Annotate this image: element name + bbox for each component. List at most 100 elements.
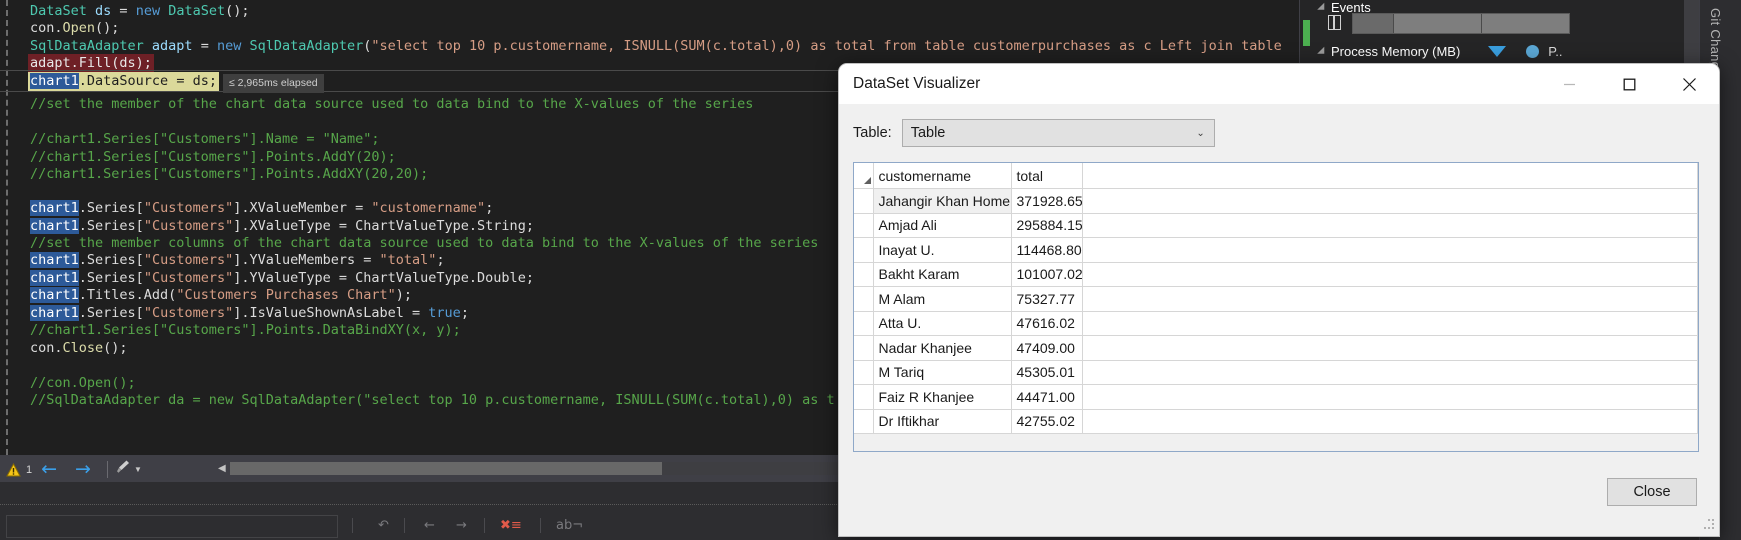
code-token: ();: [95, 20, 120, 36]
cell-total[interactable]: 114468.80: [1011, 237, 1083, 263]
table-row[interactable]: Inayat U. 114468.80: [854, 237, 1698, 263]
cell-customername[interactable]: Atta U.: [873, 311, 1012, 336]
brush-icon[interactable]: [115, 459, 131, 480]
cell-customername[interactable]: Bakht Karam: [873, 262, 1012, 287]
row-selector-cell[interactable]: [854, 262, 874, 287]
column-header-total[interactable]: total: [1011, 163, 1083, 189]
scrollbar-thumb[interactable]: [229, 461, 662, 475]
code-token: ();: [225, 3, 250, 19]
cell-filler: [1082, 237, 1698, 263]
bottom-divider-2: [404, 518, 405, 533]
code-token: ();: [103, 340, 128, 356]
clear-list-icon[interactable]: ✖≡: [500, 518, 522, 533]
brush-dropdown-caret[interactable]: ▼: [134, 465, 142, 474]
code-token: "Customers": [143, 270, 234, 286]
row-selector-cell[interactable]: [854, 213, 874, 238]
code-token: ds: [95, 3, 120, 19]
cell-total[interactable]: 47409.00: [1011, 335, 1083, 361]
cell-total[interactable]: 44471.00: [1011, 384, 1083, 410]
row-selector-cell[interactable]: [854, 360, 874, 385]
nav-forward-icon[interactable]: →: [456, 518, 467, 533]
events-timeline-track[interactable]: [1352, 13, 1570, 34]
table-row[interactable]: M Alam 75327.77: [854, 286, 1698, 312]
column-header-filler: [1082, 163, 1698, 189]
table-row[interactable]: Atta U. 47616.02: [854, 311, 1698, 336]
table-row[interactable]: Nadar Khanjee 47409.00: [854, 335, 1698, 361]
cell-total[interactable]: 371928.65: [1011, 188, 1083, 214]
minimize-button[interactable]: [1539, 64, 1599, 104]
code-token: =: [200, 38, 217, 54]
table-row[interactable]: Amjad Ali 295884.15: [854, 213, 1698, 238]
navigate-forward-button[interactable]: →: [75, 460, 91, 479]
code-token: .Titles.Add(: [78, 287, 177, 303]
code-token: con: [30, 20, 55, 36]
code-token: .: [54, 20, 63, 36]
close-icon: [1682, 77, 1696, 91]
table-row[interactable]: Dr Iftikhar 42755.02: [854, 409, 1698, 434]
resize-grip[interactable]: [1702, 519, 1716, 533]
selected-identifier: chart1: [30, 252, 79, 268]
code-token: "Customers Purchases Chart": [176, 287, 396, 303]
code-token: .Series[: [78, 305, 144, 321]
row-selector-cell[interactable]: [854, 384, 874, 410]
cell-customername[interactable]: Jahangir Khan Home: [873, 188, 1012, 214]
split-view-icon[interactable]: [1328, 15, 1341, 30]
collapse-triangle-icon[interactable]: [1317, 2, 1328, 13]
cell-total[interactable]: 101007.02: [1011, 262, 1083, 287]
cell-customername[interactable]: Amjad Ali: [873, 213, 1012, 238]
navigate-back-button[interactable]: ←: [41, 460, 57, 479]
row-selector-cell[interactable]: [854, 335, 874, 361]
cell-total[interactable]: 47616.02: [1011, 311, 1083, 336]
row-selector-cell[interactable]: [854, 237, 874, 263]
cell-total[interactable]: 75327.77: [1011, 286, 1083, 312]
bottom-divider-3: [484, 518, 485, 533]
legend-label: P..: [1548, 44, 1563, 59]
row-selector-cell[interactable]: [854, 286, 874, 312]
dataset-table: customername total Jahangir Khan Home 371…: [854, 163, 1698, 434]
cell-customername[interactable]: Nadar Khanjee: [873, 335, 1012, 361]
code-token: //chart1.Series["Customers"].Points.AddY…: [30, 149, 396, 165]
code-token: .Series[: [78, 200, 144, 216]
process-memory-section-header[interactable]: Process Memory (MB) P..: [1317, 44, 1563, 59]
row-selector-cell[interactable]: [854, 311, 874, 336]
column-header-customername[interactable]: customername: [873, 163, 1012, 189]
maximize-button[interactable]: [1599, 64, 1659, 104]
select-all-header[interactable]: [854, 163, 874, 189]
dialog-title-bar[interactable]: DataSet Visualizer: [839, 64, 1719, 104]
table-row[interactable]: Jahangir Khan Home 371928.65: [854, 188, 1698, 214]
code-token: );: [395, 287, 413, 303]
dataset-grid[interactable]: customername total Jahangir Khan Home 371…: [853, 162, 1699, 452]
close-window-button[interactable]: [1659, 64, 1719, 104]
warning-indicator[interactable]: 1: [6, 462, 32, 477]
nav-back-icon[interactable]: ←: [424, 518, 435, 533]
cell-total[interactable]: 45305.01: [1011, 360, 1083, 385]
cell-customername[interactable]: Faiz R Khanjee: [873, 384, 1012, 410]
collapse-triangle-icon[interactable]: [1317, 46, 1328, 57]
code-token: .: [54, 340, 63, 356]
cell-total[interactable]: 295884.15: [1011, 213, 1083, 238]
toolbar-divider: [106, 461, 108, 478]
close-button[interactable]: Close: [1607, 478, 1697, 506]
cell-customername[interactable]: M Tariq: [873, 360, 1012, 385]
table-row[interactable]: M Tariq 45305.01: [854, 360, 1698, 385]
code-token: "Customers": [143, 200, 234, 216]
warning-triangle-icon: [6, 462, 21, 476]
word-wrap-icon[interactable]: ab¬: [556, 518, 583, 533]
table-dropdown[interactable]: Table ⌄: [901, 119, 1215, 147]
undo-icon[interactable]: ↶: [378, 518, 389, 533]
bottom-search-field[interactable]: [6, 515, 338, 538]
cell-total[interactable]: 42755.02: [1011, 409, 1083, 434]
row-selector-cell[interactable]: [854, 188, 874, 214]
cell-customername[interactable]: M Alam: [873, 286, 1012, 312]
timeline-segment: [1394, 14, 1482, 33]
table-label: Table:: [853, 125, 892, 141]
row-selector-cell[interactable]: [854, 409, 874, 434]
table-row[interactable]: Faiz R Khanjee 44471.00: [854, 384, 1698, 410]
cell-customername[interactable]: Inayat U.: [873, 237, 1012, 263]
scroll-left-arrow-icon[interactable]: ◀: [218, 463, 226, 474]
cell-customername[interactable]: Dr Iftikhar: [873, 409, 1012, 434]
code-token: SqlDataAdapter: [249, 38, 364, 54]
table-row[interactable]: Bakht Karam 101007.02: [854, 262, 1698, 287]
minimize-icon: [1563, 83, 1575, 85]
code-line: SqlDataAdapter adapt = new SqlDataAdapte…: [30, 37, 1282, 57]
